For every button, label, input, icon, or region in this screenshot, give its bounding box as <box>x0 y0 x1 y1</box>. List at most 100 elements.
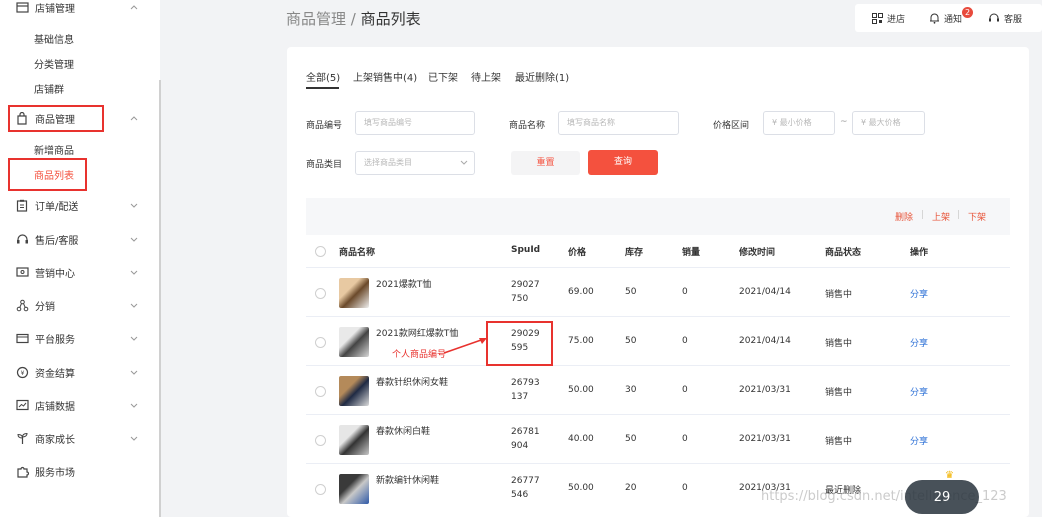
column-header-spuid: SpuId <box>511 245 541 255</box>
tab-pending[interactable]: 待上架 <box>471 69 501 84</box>
product-status: 销售中 <box>825 388 853 398</box>
sidebar-item-basic-info[interactable]: 基础信息 <box>34 31 74 46</box>
sprout-icon <box>15 431 29 445</box>
sidebar-group-store[interactable]: 店铺管理 <box>0 0 160 20</box>
chevron-down-icon <box>130 336 138 341</box>
chevron-up-icon <box>130 5 138 10</box>
product-sales: 0 <box>682 483 688 493</box>
price-range-separator: ~ <box>840 117 848 127</box>
product-name-input[interactable]: 填写商品名称 <box>558 111 679 135</box>
row-checkbox[interactable] <box>315 484 326 495</box>
product-thumbnail-image <box>339 376 369 406</box>
breadcrumb: 商品管理 / 商品列表 <box>286 8 421 29</box>
sidebar-group-growth[interactable]: 商家成长 <box>0 425 160 451</box>
sidebar-group-market[interactable]: 服务市场 <box>0 458 160 484</box>
product-stock: 50 <box>625 287 637 297</box>
product-spuid-line2: 137 <box>511 392 529 402</box>
chevron-down-icon <box>130 436 138 441</box>
sidebar-group-data[interactable]: 店铺数据 <box>0 392 160 418</box>
bulk-on-shelf-link[interactable]: 上架 <box>932 210 950 223</box>
min-price-input[interactable]: ¥ 最小价格 <box>763 111 835 135</box>
product-name[interactable]: 新款编针休闲鞋 <box>376 473 439 486</box>
sidebar-item-category[interactable]: 分类管理 <box>34 56 74 71</box>
max-price-input[interactable]: ¥ 最大价格 <box>852 111 925 135</box>
share-nodes-icon <box>15 298 29 312</box>
sidebar-group-label: 订单/配送 <box>35 201 79 213</box>
sidebar-group-marketing[interactable]: 营销中心 <box>0 259 160 285</box>
product-status: 销售中 <box>825 437 853 447</box>
notifications-label: 通知 <box>944 14 963 25</box>
product-code-input[interactable]: 填写商品编号 <box>355 111 475 135</box>
share-link[interactable]: 分享 <box>910 287 928 300</box>
chevron-down-icon <box>130 303 138 308</box>
chart-icon <box>15 398 29 412</box>
share-link[interactable]: 分享 <box>910 385 928 398</box>
notifications-button[interactable]: 通知 2 <box>929 4 974 32</box>
column-header-price: 价格 <box>568 248 587 258</box>
product-thumbnail-image <box>339 425 369 455</box>
product-spuid-line2: 546 <box>511 490 529 500</box>
sidebar-scrollbar[interactable] <box>159 80 161 517</box>
chevron-down-icon <box>130 370 138 375</box>
chevron-down-icon <box>460 160 468 165</box>
product-time: 2021/03/31 <box>739 434 791 444</box>
category-label: 商品类目 <box>306 160 343 170</box>
sidebar-group-settlement[interactable]: ¥ 资金结算 <box>0 359 160 385</box>
sidebar-item-add-product[interactable]: 新增商品 <box>34 142 74 157</box>
sidebar: 店铺管理 基础信息 分类管理 店铺群 商品管理 新增商品 商品列表 订单/配送 … <box>0 0 160 517</box>
product-spuid-line1: 26793 <box>511 378 540 388</box>
column-header-status: 商品状态 <box>825 248 862 258</box>
tab-on-sale[interactable]: 上架销售中(4) <box>353 69 417 84</box>
visit-store-button[interactable]: 进店 <box>872 4 905 32</box>
product-spuid-line1: 26777 <box>511 476 540 486</box>
bulk-delete-link[interactable]: 删除 <box>895 210 913 223</box>
sidebar-group-label: 售后/客服 <box>35 235 79 247</box>
product-name-label: 商品名称 <box>509 121 546 131</box>
product-name[interactable]: 春款休闲白鞋 <box>376 424 430 437</box>
floating-badge[interactable]: 29 <box>905 480 979 514</box>
sidebar-group-orders[interactable]: 订单/配送 <box>0 192 160 218</box>
column-header-actions: 操作 <box>910 248 929 258</box>
share-link[interactable]: 分享 <box>910 336 928 349</box>
select-all-checkbox[interactable] <box>315 246 326 257</box>
product-thumbnail-image <box>339 278 369 308</box>
chevron-up-icon <box>130 116 138 121</box>
query-button[interactable]: 查询 <box>588 150 658 175</box>
sidebar-group-label: 服务市场 <box>35 467 75 479</box>
row-checkbox[interactable] <box>315 337 326 348</box>
svg-text:¥: ¥ <box>20 370 24 377</box>
annotation-arrow-icon <box>443 338 487 354</box>
chevron-down-icon <box>130 270 138 275</box>
reset-button[interactable]: 重置 <box>511 151 580 175</box>
customer-service-button[interactable]: 客服 <box>988 4 1022 32</box>
sidebar-group-aftersale[interactable]: 售后/客服 <box>0 226 160 252</box>
sidebar-item-store-group[interactable]: 店铺群 <box>34 81 64 96</box>
tab-off-shelf[interactable]: 已下架 <box>428 69 458 84</box>
sidebar-group-distribution[interactable]: 分销 <box>0 292 160 318</box>
row-checkbox[interactable] <box>315 386 326 397</box>
product-price: 69.00 <box>568 287 594 297</box>
product-price: 50.00 <box>568 385 594 395</box>
table-row: 2021爆款T恤 29027 750 69.00 50 0 2021/04/14 销售中 分享 <box>306 267 1010 316</box>
product-thumbnail-image <box>339 327 369 357</box>
share-link[interactable]: 分享 <box>910 434 928 447</box>
product-stock: 50 <box>625 336 637 346</box>
row-checkbox[interactable] <box>315 435 326 446</box>
product-name[interactable]: 2021爆款T恤 <box>376 277 431 290</box>
bulk-off-shelf-link[interactable]: 下架 <box>968 210 986 223</box>
sidebar-group-platform[interactable]: 平台服务 <box>0 325 160 351</box>
tab-recently-deleted[interactable]: 最近删除(1) <box>515 69 569 84</box>
tab-all[interactable]: 全部(5) <box>306 69 340 84</box>
highlight-box-product-list <box>8 158 87 191</box>
product-spuid-line2: 750 <box>511 294 529 304</box>
category-select[interactable]: 选择商品类目 <box>355 151 475 175</box>
breadcrumb-parent[interactable]: 商品管理 <box>286 10 346 28</box>
product-list-card: 全部(5) 上架销售中(4) 已下架 待上架 最近删除(1) 商品编号 填写商品… <box>287 47 1029 517</box>
wallet-icon <box>15 331 29 345</box>
product-price: 40.00 <box>568 434 594 444</box>
product-status: 销售中 <box>825 339 853 349</box>
row-checkbox[interactable] <box>315 288 326 299</box>
headset-icon <box>15 232 29 246</box>
product-name[interactable]: 春款针织休闲女鞋 <box>376 375 448 388</box>
breadcrumb-separator: / <box>346 10 361 28</box>
